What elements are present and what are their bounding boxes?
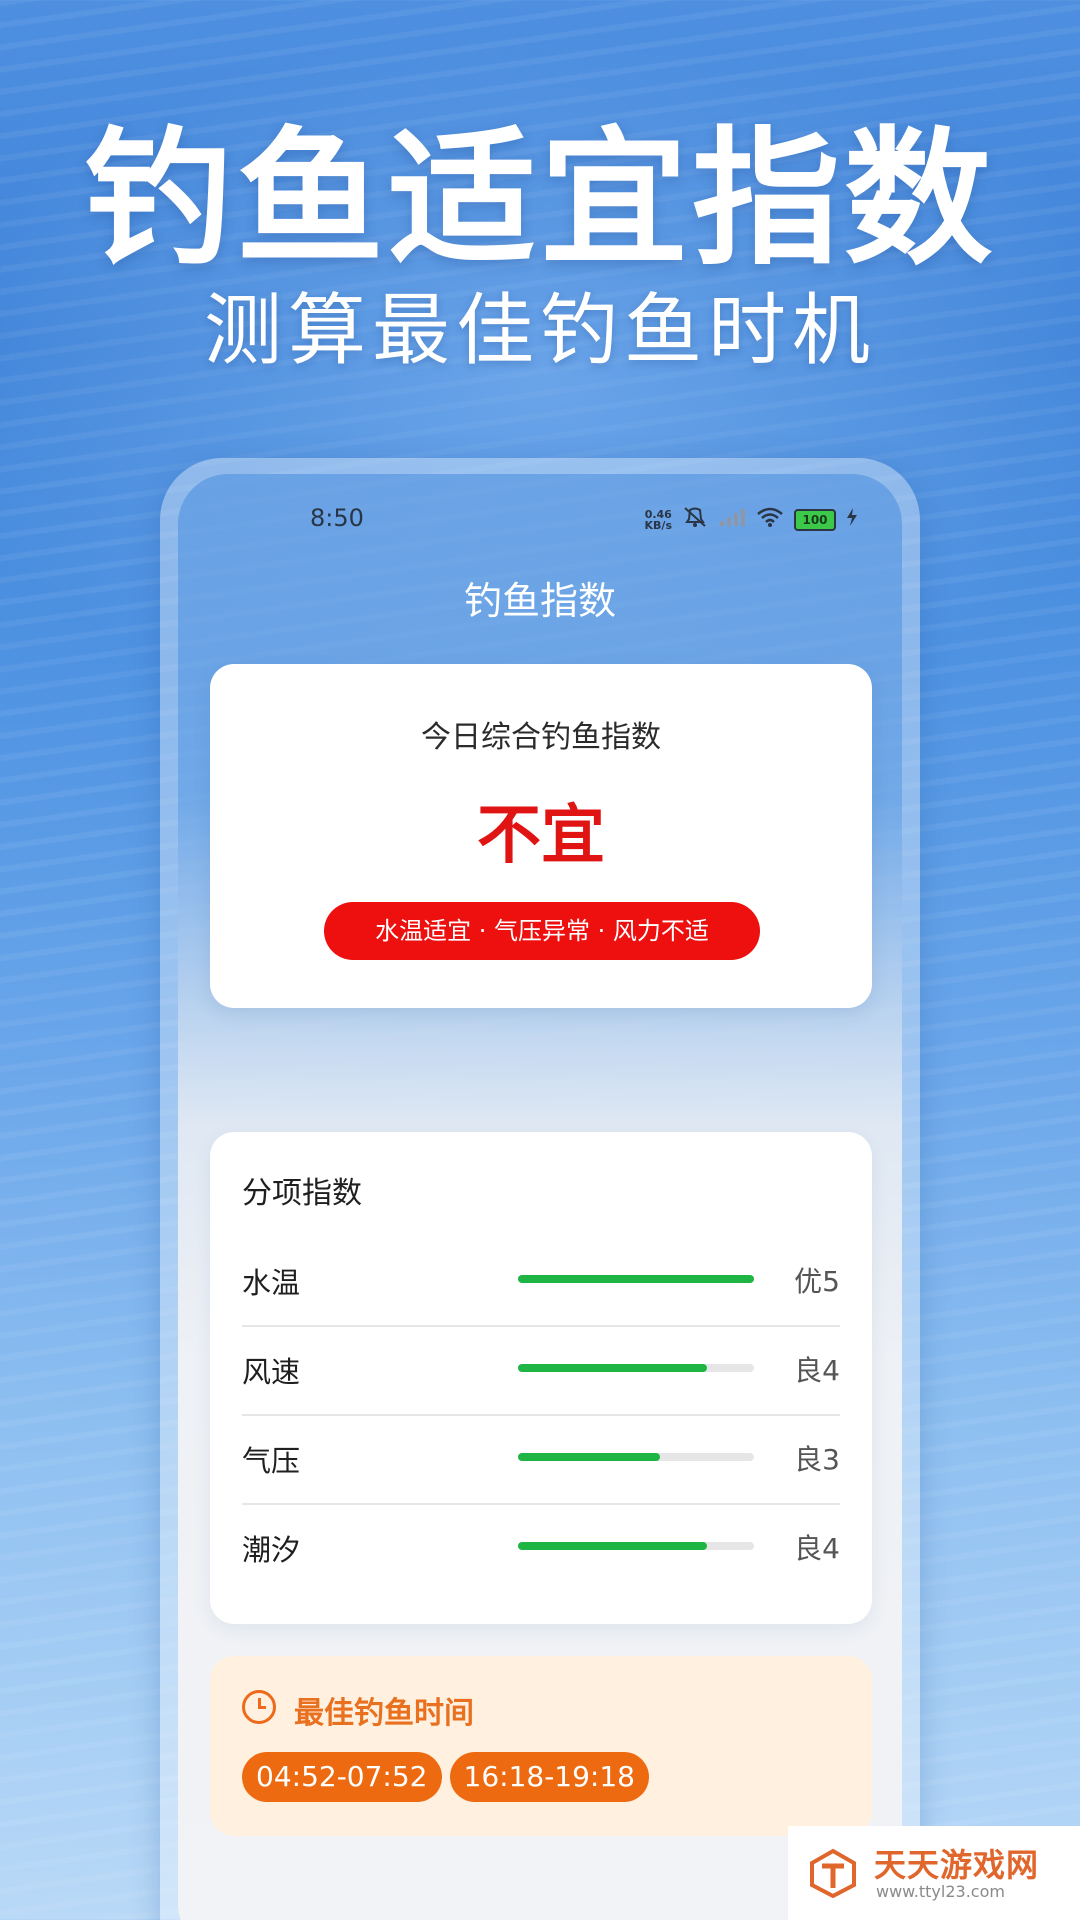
status-time: 8:50 [310, 504, 364, 532]
sub-index-name: 潮汐 [242, 1533, 301, 1567]
battery-icon: 100 [794, 508, 836, 531]
net-speed-unit: KB/s [644, 518, 672, 532]
best-time-card: 最佳钓鱼时间 04:52-07:52 16:18-19:18 [210, 1656, 872, 1836]
sub-index-grade: 良3 [794, 1443, 840, 1476]
sub-index-grade: 良4 [794, 1532, 840, 1565]
sub-index-row-wind-speed[interactable]: 风速 良4 [242, 1325, 840, 1416]
phone-screen: 8:50 0.46 KB/s 100 钓鱼指数 今日综合钓鱼指数 不宜 水温适宜… [178, 474, 902, 1920]
wifi-icon [756, 506, 784, 533]
sub-index-card: 分项指数 水温 优5 风速 良4 气压 良3 潮汐 良4 [210, 1132, 872, 1624]
watermark-name: 天天游戏网 [874, 1846, 1040, 1884]
clock-icon [242, 1690, 276, 1724]
sub-index-bar-fill [518, 1453, 660, 1461]
time-slot-chip[interactable]: 04:52-07:52 [242, 1752, 442, 1802]
sub-index-bar [518, 1542, 754, 1550]
best-time-slots: 04:52-07:52 16:18-19:18 [242, 1752, 649, 1802]
sub-index-heading: 分项指数 [242, 1176, 362, 1211]
sub-index-bar-fill [518, 1364, 707, 1372]
signal-icon [718, 507, 746, 532]
mute-icon [682, 506, 708, 533]
time-slot-chip[interactable]: 16:18-19:18 [449, 1752, 649, 1802]
app-title: 钓鱼指数 [463, 579, 616, 623]
sub-index-bar [518, 1275, 754, 1283]
sub-index-bar-fill [518, 1275, 754, 1283]
net-speed-value: 0.46 [644, 507, 672, 521]
sub-index-bar [518, 1453, 754, 1461]
net-speed: 0.46 KB/s [645, 509, 672, 531]
watermark: 天天游戏网 www.ttyl23.com [788, 1826, 1080, 1920]
status-icons: 0.46 KB/s 100 [645, 506, 858, 533]
watermark-url: www.ttyl23.com [876, 1882, 1005, 1901]
overall-index-label: 今日综合钓鱼指数 [421, 720, 661, 755]
sub-index-name: 风速 [242, 1355, 301, 1389]
overall-index-value: 不宜 [477, 799, 605, 873]
overall-index-card: 今日综合钓鱼指数 不宜 水温适宜 · 气压异常 · 风力不适 [210, 664, 872, 1008]
sub-index-bar [518, 1364, 754, 1372]
overall-index-summary-pill: 水温适宜 · 气压异常 · 风力不适 [324, 902, 760, 960]
sub-index-row-tide[interactable]: 潮汐 良4 [242, 1503, 840, 1592]
status-bar: 8:50 0.46 KB/s 100 [178, 504, 902, 544]
charging-icon [846, 507, 858, 532]
sub-index-row-water-temp[interactable]: 水温 优5 [242, 1236, 840, 1327]
best-time-heading: 最佳钓鱼时间 [294, 1696, 474, 1731]
site-logo-icon [808, 1848, 858, 1899]
sub-index-bar-fill [518, 1542, 707, 1550]
sub-index-name: 气压 [242, 1444, 301, 1478]
sub-index-row-pressure[interactable]: 气压 良3 [242, 1414, 840, 1505]
hero-subtitle: 测算最佳钓鱼时机 [203, 286, 876, 376]
hero-title: 钓鱼适宜指数 [84, 113, 996, 285]
sub-index-grade: 优5 [794, 1265, 840, 1298]
sub-index-grade: 良4 [794, 1354, 840, 1387]
sub-index-name: 水温 [242, 1266, 301, 1300]
